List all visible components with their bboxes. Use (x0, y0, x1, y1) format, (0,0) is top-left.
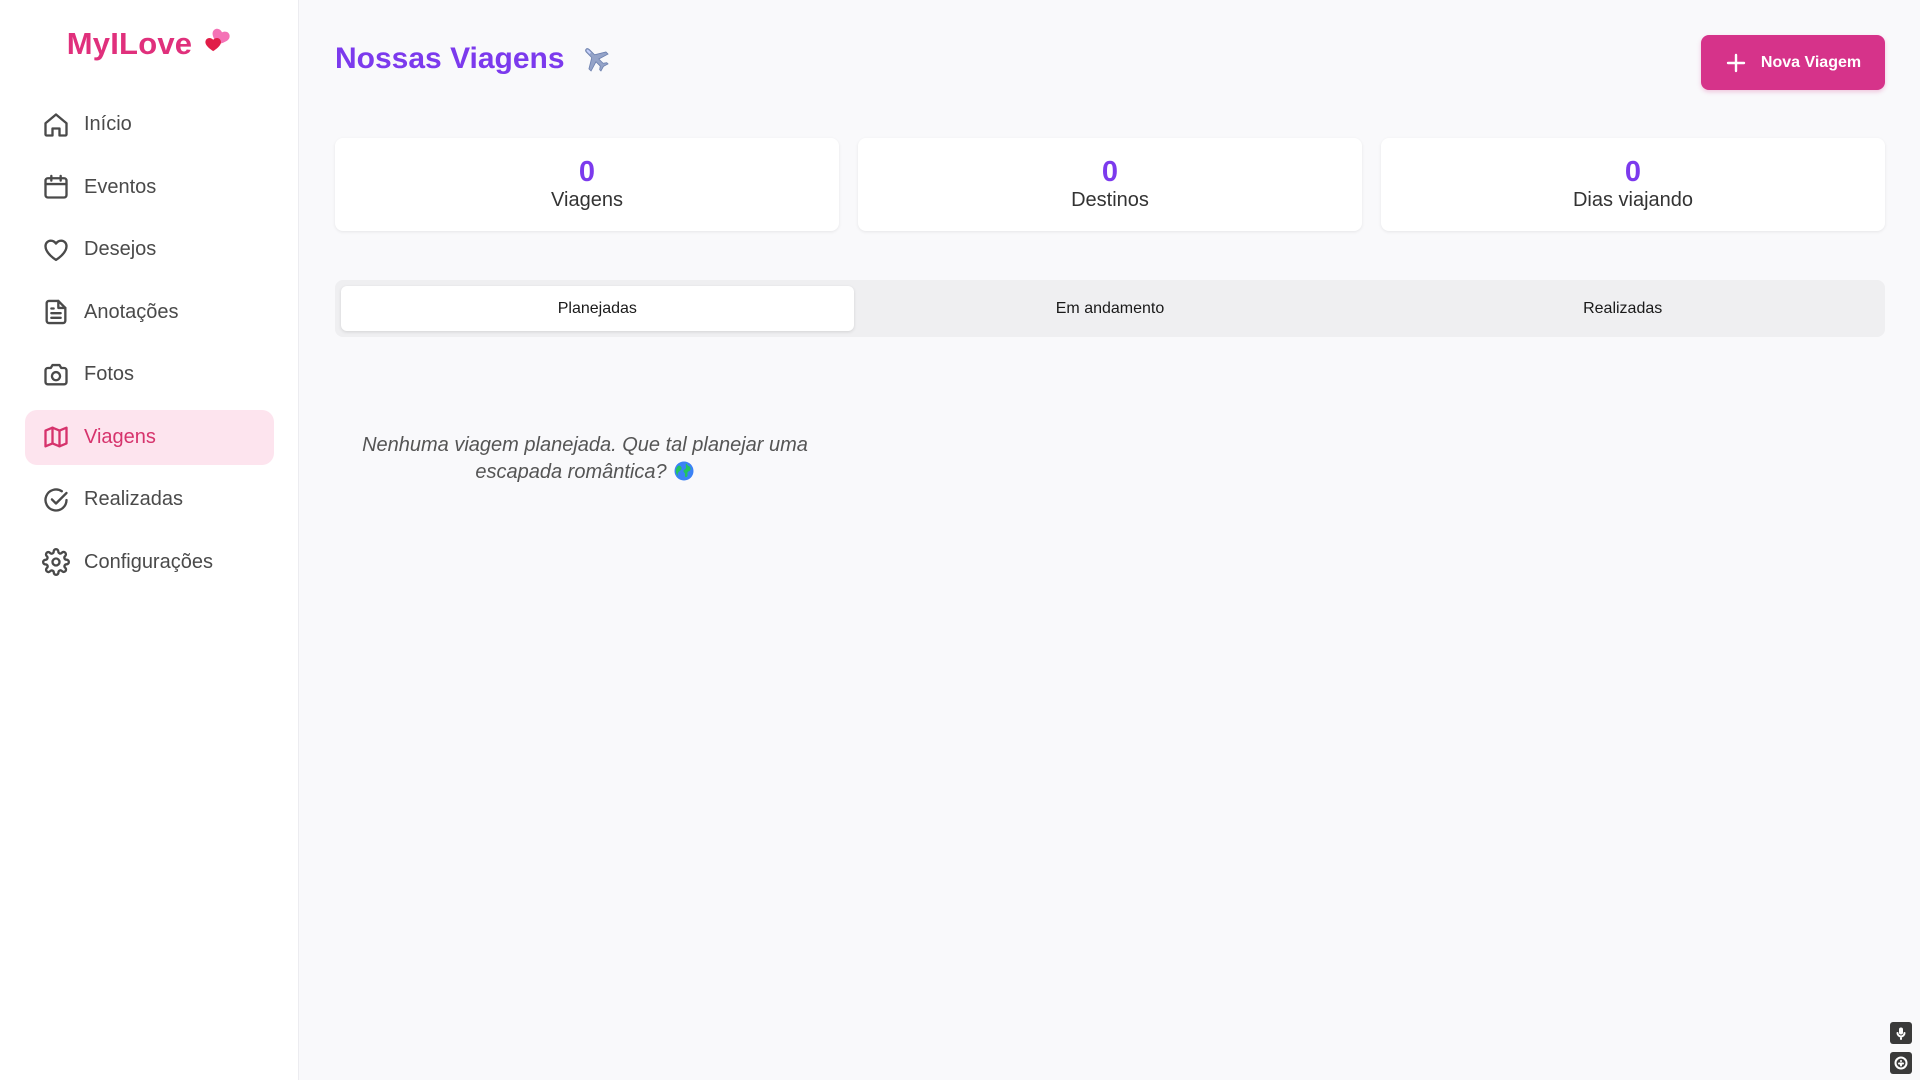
sidebar-item-label: Viagens (84, 425, 156, 448)
logo-text: MyILove (66, 26, 193, 61)
stat-value: 0 (1624, 156, 1642, 188)
stat-label: Dias viajando (1572, 189, 1694, 211)
sidebar-nav: Início Eventos Desejos Anotações Fotos V… (25, 97, 274, 597)
sidebar-item-fotos[interactable]: Fotos (25, 347, 274, 402)
heart-icon (41, 235, 71, 265)
home-icon (41, 110, 71, 140)
empty-state-message: Nenhuma viagem planejada. Que tal planej… (362, 434, 808, 483)
map-icon (41, 422, 71, 452)
stat-label: Viagens (551, 189, 623, 211)
tab-planejadas[interactable]: Planejadas (341, 286, 854, 331)
empty-state: Nenhuma viagem planejada. Que tal planej… (335, 432, 835, 486)
accessibility-button[interactable] (1890, 1052, 1912, 1074)
sidebar-item-inicio[interactable]: Início (25, 97, 274, 152)
stat-value: 0 (1101, 156, 1119, 188)
sidebar-item-configuracoes[interactable]: Configurações (25, 535, 274, 590)
new-trip-button[interactable]: Nova Viagem (1701, 35, 1885, 90)
sidebar-item-eventos[interactable]: Eventos (25, 160, 274, 215)
microphone-icon (1896, 1027, 1906, 1040)
sidebar-item-label: Realizadas (84, 488, 183, 510)
gear-icon (41, 547, 71, 577)
globe-icon (673, 460, 695, 482)
sidebar-item-label: Eventos (84, 175, 157, 198)
sidebar-item-label: Desejos (84, 238, 157, 260)
new-trip-button-label: Nova Viagem (1760, 53, 1862, 71)
check-circle-icon (41, 485, 71, 515)
page-title-text: Nossas Viagens (335, 42, 565, 75)
stat-card-destinos: 0 Destinos (858, 138, 1362, 231)
stat-card-dias-viajando: 0 Dias viajando (1381, 138, 1885, 231)
corner-tools (1890, 1022, 1914, 1080)
sidebar-item-desejos[interactable]: Desejos (25, 222, 274, 277)
plus-icon (1725, 52, 1747, 74)
tab-em-andamento[interactable]: Em andamento (854, 286, 1367, 331)
sidebar-item-realizadas[interactable]: Realizadas (25, 472, 274, 527)
app-logo[interactable]: MyILove (0, 26, 299, 64)
file-text-icon (41, 297, 71, 327)
sidebar-item-label: Configurações (84, 550, 213, 573)
sidebar-item-label: Anotações (84, 300, 179, 323)
calendar-icon (41, 172, 71, 202)
camera-icon (41, 360, 71, 390)
microphone-button[interactable] (1890, 1022, 1912, 1044)
airplane-icon (579, 42, 613, 76)
sidebar: MyILove Início Eventos Desejos Anotações… (0, 0, 299, 1080)
tab-realizadas[interactable]: Realizadas (1366, 286, 1879, 331)
page-title: Nossas Viagens (335, 42, 613, 76)
stats-row: 0 Viagens 0 Destinos 0 Dias viajando (335, 138, 1885, 231)
stat-card-viagens: 0 Viagens (335, 138, 839, 231)
stat-value: 0 (578, 156, 596, 188)
sidebar-item-label: Início (84, 113, 132, 135)
sidebar-item-label: Fotos (84, 363, 135, 385)
two-hearts-icon (202, 26, 232, 64)
stat-label: Destinos (1071, 189, 1149, 211)
sidebar-item-viagens[interactable]: Viagens (25, 409, 274, 465)
main-content: Nossas Viagens Nova Viagem 0 Viagens 0 D… (335, 0, 1885, 1080)
sidebar-item-anotacoes[interactable]: Anotações (25, 285, 274, 340)
accessibility-icon (1894, 1056, 1908, 1070)
trip-status-tabs: Planejadas Em andamento Realizadas (335, 280, 1885, 337)
